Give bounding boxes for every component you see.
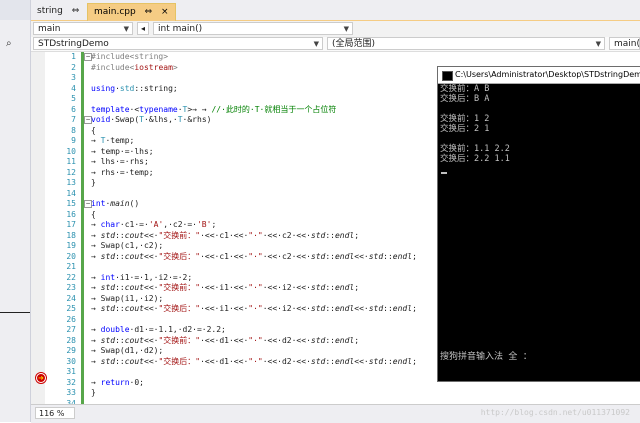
line-number: 16 [66, 209, 76, 219]
panel-header [0, 0, 30, 20]
scope-bar: STDstringDemo ▼ (全局范围) ▼ main() [31, 37, 640, 52]
line-number: 8 [71, 125, 76, 135]
search-icon[interactable]: ⌕ [6, 38, 20, 50]
chevron-down-icon: ▼ [313, 40, 319, 48]
console-window[interactable]: C:\Users\Administrator\Desktop\STDstring… [437, 66, 640, 382]
project-scope-dropdown[interactable]: STDstringDemo ▼ [33, 37, 323, 50]
console-line: 交换前：1.1 2.2 [440, 144, 510, 154]
code-line[interactable]: #include<string> [91, 52, 631, 63]
chevron-down-icon: ▼ [123, 25, 129, 33]
zoom-dropdown[interactable]: 116 % [35, 407, 75, 419]
line-number: 20 [66, 251, 76, 261]
line-number: 1 [71, 52, 76, 61]
console-line: 交换后：2 1 [440, 124, 490, 134]
close-icon[interactable]: × [161, 7, 169, 17]
line-number: 28 [66, 335, 76, 345]
document-tab-bar: string ⇔ main.cpp ⇔ × [31, 0, 640, 22]
ime-status-text: 搜狗拼音输入法 全 ： [440, 352, 532, 362]
line-number: 17 [66, 220, 76, 229]
line-number: 31 [66, 367, 76, 376]
line-number: 11 [66, 157, 76, 166]
breakpoint-icon[interactable]: ➜ [36, 373, 46, 383]
breakpoint-margin[interactable] [31, 52, 45, 404]
project-dropdown-value: main [38, 24, 61, 34]
line-number: 2 [71, 62, 76, 72]
tab-label: string [37, 6, 63, 16]
console-line: 交换后：2.2 1.1 [440, 154, 510, 164]
chevron-down-icon: ▼ [343, 25, 349, 33]
line-numbers: 1 2 3 4 5 6 7 8 9 10 11 12 13 14 15 16 17 18 19 20 21 22 23 24 2… [45, 52, 79, 409]
tab-main-cpp[interactable]: main.cpp ⇔ × [87, 3, 176, 21]
line-number: 30 [66, 356, 76, 366]
watermark-text: http://blog.csdn.net/u011371092 [480, 408, 630, 417]
project-scope-value: STDstringDemo [38, 39, 109, 49]
editor-status-bar: 116 % http://blog.csdn.net/u011371092 [31, 404, 640, 423]
function-dropdown-value: int main() [158, 24, 203, 34]
console-line: 交换前：A B [440, 84, 490, 94]
console-icon [442, 71, 453, 81]
navigation-bar: main ▼ ◂ int main() ▼ [31, 21, 640, 38]
line-number: 7 [71, 115, 76, 124]
line-number: 29 [66, 346, 76, 355]
console-cursor [441, 172, 447, 174]
tab-label: main.cpp [94, 7, 136, 17]
line-number: 33 [66, 388, 76, 397]
pin-icon[interactable]: ⇔ [72, 6, 80, 16]
line-number: 4 [71, 83, 76, 93]
line-number: 19 [66, 241, 76, 250]
console-line: 交换前：1 2 [440, 114, 490, 124]
line-number: 26 [66, 314, 76, 324]
line-number: 18 [66, 230, 76, 240]
line-number: 24 [66, 293, 76, 303]
solution-explorer-panel: ⌕ [0, 0, 31, 422]
console-title-bar[interactable]: C:\Users\Administrator\Desktop\STDstring… [438, 67, 640, 84]
line-number: 23 [66, 283, 76, 292]
line-number: 12 [66, 167, 76, 177]
editor-gutter[interactable]: 1 2 3 4 5 6 7 8 9 10 11 12 13 14 15 16 17 18 19 20 21 22 23 24 2… [31, 52, 81, 408]
member-dropdown[interactable]: main() [609, 37, 640, 50]
code-line[interactable]: } [91, 388, 631, 399]
line-number: 25 [66, 304, 76, 313]
line-number: 27 [66, 325, 76, 334]
project-dropdown[interactable]: main ▼ [33, 22, 133, 35]
console-title: C:\Users\Administrator\Desktop\STDstring… [455, 70, 640, 79]
console-output: 交换前：A B 交换后：B A 交换前：1 2 交换后：2 1 交换前：1.1 2.2 交… [440, 84, 640, 379]
chevron-down-icon: ▼ [595, 40, 601, 48]
line-number: 14 [66, 188, 76, 198]
line-number: 15 [66, 199, 76, 208]
change-tracking-bar [81, 52, 84, 404]
global-scope-value: (全局范围) [332, 39, 376, 49]
line-number: 10 [66, 146, 76, 156]
line-number: 13 [66, 178, 76, 187]
console-line: 交换后：B A [440, 94, 490, 104]
panel-divider [0, 312, 30, 313]
line-number: 6 [71, 104, 76, 114]
line-number: 32 [66, 377, 76, 387]
member-dropdown-value: main() [614, 39, 640, 49]
line-number: 22 [66, 272, 76, 282]
line-number: 5 [71, 94, 76, 103]
line-number: 3 [71, 73, 76, 82]
pin-icon[interactable]: ⇔ [145, 7, 153, 17]
function-dropdown[interactable]: int main() ▼ [153, 22, 353, 35]
tab-string[interactable]: string ⇔ [31, 3, 85, 20]
line-number: 9 [71, 136, 76, 145]
line-number: 21 [66, 262, 76, 271]
current-line-arrow-icon: ➜ [38, 374, 44, 382]
nav-back-button[interactable]: ◂ [137, 22, 149, 35]
global-scope-dropdown[interactable]: (全局范围) ▼ [327, 37, 605, 50]
